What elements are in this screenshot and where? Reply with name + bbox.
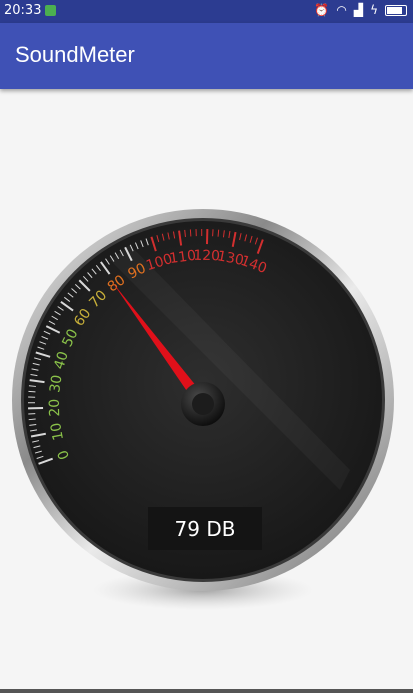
status-bar: 20:33 ⏰ ◠ ▟ ϟ xyxy=(0,0,413,23)
gauge-tick xyxy=(28,418,36,421)
gauge-dial: 0102030405060708090100110120130140 xyxy=(12,209,394,610)
battery-icon xyxy=(385,4,407,16)
status-icons: ⏰ ◠ ▟ ϟ xyxy=(314,3,407,17)
app-title: SoundMeter xyxy=(15,42,135,67)
db-readout: 79 DB xyxy=(148,507,262,550)
gauge-tick xyxy=(28,390,36,393)
signal-icon: ▟ xyxy=(353,3,364,17)
wifi-icon: ◠ xyxy=(336,3,347,17)
bottom-edge xyxy=(0,689,413,693)
gauge-label: 30 xyxy=(47,374,65,394)
android-notification-icon xyxy=(45,5,56,16)
sound-gauge: 0 10 20 30 40 50 60 70 80 90 100 110 120 130 140 79 DB xyxy=(0,200,413,620)
status-time: 20:33 xyxy=(4,3,42,18)
app-bar: SoundMeter xyxy=(0,23,413,89)
gauge-hub-cap xyxy=(192,393,214,415)
gauge-label: 10 xyxy=(48,421,67,441)
gauge-label: 20 xyxy=(47,399,63,417)
alarm-icon: ⏰ xyxy=(314,3,330,17)
gauge-tick xyxy=(189,229,192,237)
gauge-tick xyxy=(217,229,220,237)
charging-icon: ϟ xyxy=(370,3,378,17)
